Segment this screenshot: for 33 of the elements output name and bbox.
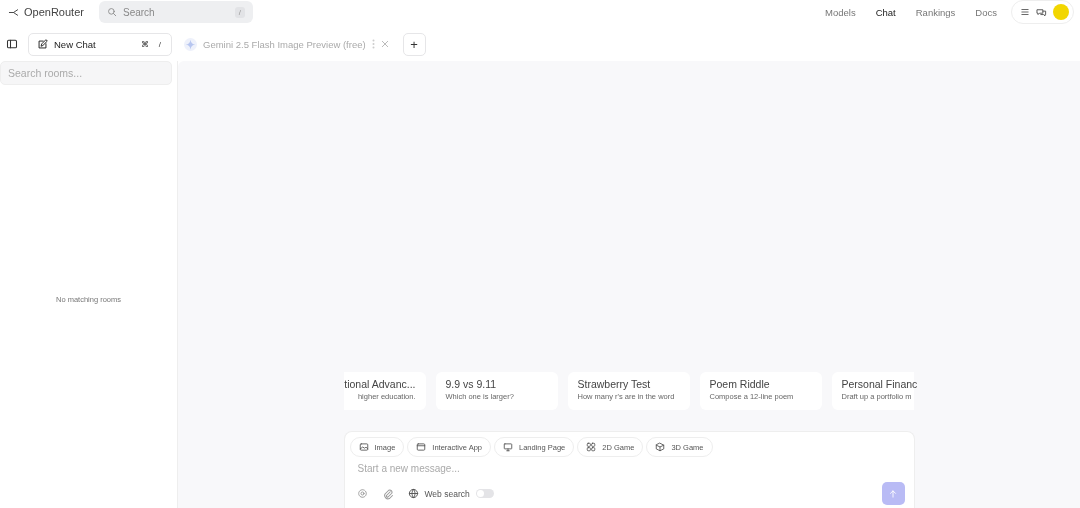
nav-link[interactable]: Models [815,6,866,18]
monitor-icon [503,442,513,452]
shortcut-key: / [234,6,245,18]
arrow-up-icon [888,488,898,499]
chat-bubbles-icon [1036,6,1047,18]
room-search-field[interactable]: Search rooms... [0,61,172,85]
new-chat-button[interactable]: New Chat ⌘ / [28,32,172,56]
globe-icon [407,488,419,499]
nav-link[interactable]: Docs [965,6,1007,18]
web-search-label: Web search [424,488,470,499]
pencil-icon [37,38,48,50]
cube-icon [655,442,666,452]
image-icon [358,442,369,452]
search-icon [107,7,117,17]
paperclip-icon [381,487,394,500]
gear-icon [356,488,368,499]
add-tab-button[interactable]: + [402,32,426,56]
sparkle-icon [184,37,197,51]
menu-icon [1020,7,1030,17]
nav-link[interactable]: Chat [865,6,906,18]
close-icon[interactable] [380,40,389,48]
sidebar-icon [6,38,18,50]
grid-icon [586,442,597,452]
window-icon [416,442,427,452]
more-icon[interactable] [371,39,375,49]
brand-name: OpenRouter [24,6,84,18]
logo-icon [8,6,19,18]
search-placeholder: Search [123,6,156,18]
avatar[interactable] [1053,4,1069,20]
web-search-toggle[interactable] [475,489,494,498]
nav-link[interactable]: Rankings [905,6,966,18]
brand-logo[interactable]: OpenRouter [8,6,99,18]
send-button[interactable] [881,482,905,505]
